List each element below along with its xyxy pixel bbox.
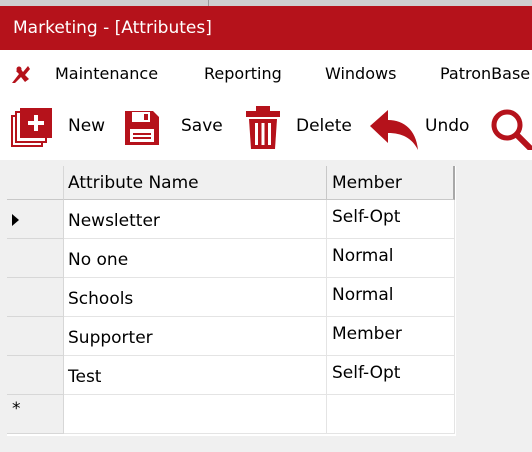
menu-reporting[interactable]: Reporting	[204, 64, 282, 83]
row-selector[interactable]	[7, 356, 64, 395]
search-icon[interactable]	[490, 108, 532, 150]
new-button[interactable]: New	[68, 116, 105, 136]
member-cell[interactable]: Self-Opt	[327, 200, 455, 239]
table-row[interactable]: Schools Normal	[7, 278, 456, 317]
member-cell[interactable]: Normal	[327, 239, 455, 278]
attribute-name-cell[interactable]: Supporter	[64, 317, 327, 356]
save-icon[interactable]	[123, 109, 161, 147]
row-selector[interactable]: *	[7, 395, 64, 434]
attribute-name-cell[interactable]: No one	[64, 239, 327, 278]
member-cell[interactable]: Normal	[327, 278, 455, 317]
current-row-arrow-icon	[12, 214, 19, 226]
delete-icon[interactable]	[243, 104, 283, 150]
member-cell[interactable]	[327, 395, 455, 434]
menu-bar: Maintenance Reporting Windows PatronBase	[0, 50, 532, 96]
row-selector[interactable]	[7, 200, 64, 239]
table-row[interactable]: Newsletter Self-Opt	[7, 200, 456, 239]
attributes-grid: Attribute Name Member Newsletter Self-Op…	[7, 166, 456, 436]
undo-button[interactable]: Undo	[425, 116, 469, 136]
row-selector[interactable]	[7, 239, 64, 278]
attribute-name-cell[interactable]: Test	[64, 356, 327, 395]
toolbar: New Save Delete Undo	[0, 96, 532, 160]
column-header-member[interactable]: Member	[327, 166, 455, 200]
header-corner-cell[interactable]	[7, 166, 64, 200]
undo-icon[interactable]	[368, 106, 420, 152]
menu-maintenance[interactable]: Maintenance	[55, 64, 158, 83]
save-button[interactable]: Save	[181, 116, 223, 136]
member-cell[interactable]: Member	[327, 317, 455, 356]
attribute-name-cell[interactable]	[64, 395, 327, 434]
row-selector[interactable]	[7, 317, 64, 356]
column-header-attribute-name[interactable]: Attribute Name	[64, 166, 327, 200]
menu-windows[interactable]: Windows	[325, 64, 396, 83]
table-row[interactable]: Supporter Member	[7, 317, 456, 356]
attribute-name-cell[interactable]: Newsletter	[64, 200, 327, 239]
new-document-icon[interactable]	[10, 108, 56, 148]
table-row[interactable]: No one Normal	[7, 239, 456, 278]
delete-button[interactable]: Delete	[296, 116, 352, 136]
app-logo-icon[interactable]	[10, 63, 32, 85]
attribute-name-cell[interactable]: Schools	[64, 278, 327, 317]
window-title: Marketing - [Attributes]	[0, 6, 532, 50]
new-row[interactable]: *	[7, 395, 456, 434]
menu-patronbase[interactable]: PatronBase	[440, 64, 530, 83]
grid-header-row: Attribute Name Member	[7, 166, 456, 200]
new-row-marker: *	[12, 399, 21, 419]
member-cell[interactable]: Self-Opt	[327, 356, 455, 395]
row-selector[interactable]	[7, 278, 64, 317]
table-row[interactable]: Test Self-Opt	[7, 356, 456, 395]
